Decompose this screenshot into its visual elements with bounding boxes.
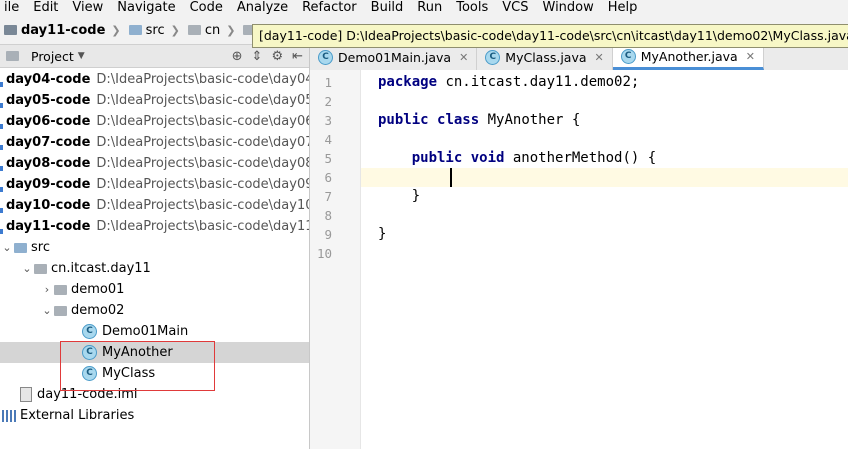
tree-package[interactable]: ⌄ cn.itcast.day11	[0, 258, 329, 279]
line-number: 8	[324, 208, 332, 223]
menu-bar: ile Edit View Navigate Code Analyze Refactor Bu…	[0, 0, 848, 16]
file-icon	[20, 387, 32, 402]
line-number: 9	[324, 227, 332, 242]
menu-item[interactable]: Run	[410, 0, 449, 16]
line-number: 6	[324, 170, 332, 185]
tree-module-row[interactable]: day11-code D:\IdeaProjects\basic-code\day…	[0, 216, 311, 237]
target-icon[interactable]: ⊕	[232, 49, 243, 64]
code-line-9: }	[378, 226, 387, 242]
menu-item[interactable]: Edit	[26, 0, 65, 16]
menu-item[interactable]: Code	[183, 0, 230, 16]
folder-icon	[128, 25, 142, 35]
line-number: 5	[324, 151, 332, 166]
chevron-right-icon: ❯	[226, 23, 236, 37]
line-number: 10	[316, 246, 332, 261]
module-icon	[4, 25, 17, 35]
menu-item[interactable]: Analyze	[230, 0, 295, 16]
package-icon	[187, 25, 201, 35]
tree-module-row[interactable]: day10-code D:\IdeaProjects\basic-code\day…	[0, 195, 311, 216]
chevron-down-icon[interactable]: ⌄	[0, 241, 14, 254]
menu-item[interactable]: Build	[364, 0, 411, 16]
line-number: 1	[324, 75, 332, 90]
package-icon	[54, 305, 67, 316]
class-icon: C	[318, 50, 333, 65]
editor-tabs: C Demo01Main.java ✕ C MyClass.java ✕ C MyAnothe…	[310, 45, 848, 71]
menu-item[interactable]: Tools	[449, 0, 495, 16]
close-icon[interactable]: ✕	[746, 50, 755, 63]
chevron-right-icon: ❯	[111, 23, 121, 37]
menu-item[interactable]: Navigate	[110, 0, 182, 16]
chevron-down-icon[interactable]: ⌄	[20, 262, 34, 275]
hide-icon[interactable]: ⇤	[292, 49, 303, 64]
class-icon: C	[620, 48, 636, 64]
annotation-box	[60, 341, 215, 391]
menu-item[interactable]: Refactor	[295, 0, 364, 16]
breadcrumb-src[interactable]: src ❯	[125, 23, 184, 38]
line-number: 2	[324, 94, 332, 109]
chevron-down-icon[interactable]: ⌄	[40, 304, 54, 317]
class-icon: C	[485, 50, 501, 65]
menu-item[interactable]: View	[65, 0, 110, 16]
project-panel-title[interactable]: Project	[31, 49, 74, 64]
source-folder-icon	[14, 242, 27, 253]
project-toolbar: ⊕ ⇕ ⚙ ⇤	[232, 45, 303, 67]
file-path-tooltip: [day11-code] D:\IdeaProjects\basic-code\…	[252, 24, 848, 48]
class-icon: C	[82, 324, 97, 339]
tree-module-row[interactable]: day06-code D:\IdeaProjects\basic-code\day…	[0, 111, 311, 132]
menu-item[interactable]: Window	[536, 0, 601, 16]
tree-module-row[interactable]: day09-code D:\IdeaProjects\basic-code\day…	[0, 174, 311, 195]
code-editor[interactable]: package cn.itcast.day11.demo02; public c…	[361, 70, 848, 449]
editor-gutter: 1 2 3 4 5 6 7 8 9 10	[310, 70, 376, 449]
library-icon	[2, 409, 16, 422]
line-number: 7	[324, 189, 332, 204]
project-panel-header: Project ▼ ⊕ ⇕ ⚙ ⇤	[0, 45, 309, 68]
tree-package-demo01[interactable]: › demo01	[0, 279, 349, 300]
code-line-7: }	[411, 188, 421, 204]
close-icon[interactable]: ✕	[595, 51, 604, 64]
chevron-down-icon[interactable]: ▼	[78, 51, 85, 61]
tree-external-libraries[interactable]: External Libraries	[0, 405, 311, 426]
menu-item[interactable]: Help	[601, 0, 645, 16]
tree-src-folder[interactable]: ⌄ src	[0, 237, 309, 258]
editor-tab[interactable]: C Demo01Main.java ✕	[310, 45, 478, 70]
gear-icon[interactable]: ⚙	[271, 49, 283, 64]
breadcrumb-cn[interactable]: cn ❯	[184, 23, 240, 38]
current-line-highlight	[361, 168, 848, 187]
chevron-right-icon[interactable]: ›	[40, 283, 54, 296]
tree-module-row[interactable]: day08-code D:\IdeaProjects\basic-code\day…	[0, 153, 311, 174]
tree-package-demo02[interactable]: ⌄ demo02	[0, 300, 349, 321]
editor-tab[interactable]: C MyClass.java ✕	[477, 45, 613, 70]
text-caret	[450, 168, 452, 187]
tree-module-row[interactable]: day04-code D:\IdeaProjects\basic-code\day…	[0, 69, 311, 90]
collapse-icon[interactable]: ⇕	[252, 49, 263, 64]
line-number: 4	[324, 132, 332, 147]
project-tree: day04-code D:\IdeaProjects\basic-code\day…	[0, 68, 311, 449]
close-icon[interactable]: ✕	[459, 51, 468, 64]
editor-tab[interactable]: C MyAnother.java ✕	[612, 45, 764, 70]
menu-item[interactable]: ile	[0, 0, 26, 16]
package-icon	[54, 284, 67, 295]
code-line-1: package cn.itcast.day11.demo02;	[378, 74, 640, 90]
line-number: 3	[324, 113, 332, 128]
breadcrumb-module[interactable]: day11-code ❯	[0, 23, 125, 38]
tree-module-row[interactable]: day07-code D:\IdeaProjects\basic-code\day…	[0, 132, 311, 153]
code-line-5: public void anotherMethod() {	[411, 150, 657, 166]
code-line-3: public class MyAnother {	[378, 112, 581, 128]
chevron-right-icon: ❯	[170, 23, 180, 37]
menu-item[interactable]: VCS	[495, 0, 535, 16]
tree-module-row[interactable]: day05-code D:\IdeaProjects\basic-code\day…	[0, 90, 311, 111]
project-icon	[6, 51, 19, 61]
package-icon	[34, 263, 47, 274]
